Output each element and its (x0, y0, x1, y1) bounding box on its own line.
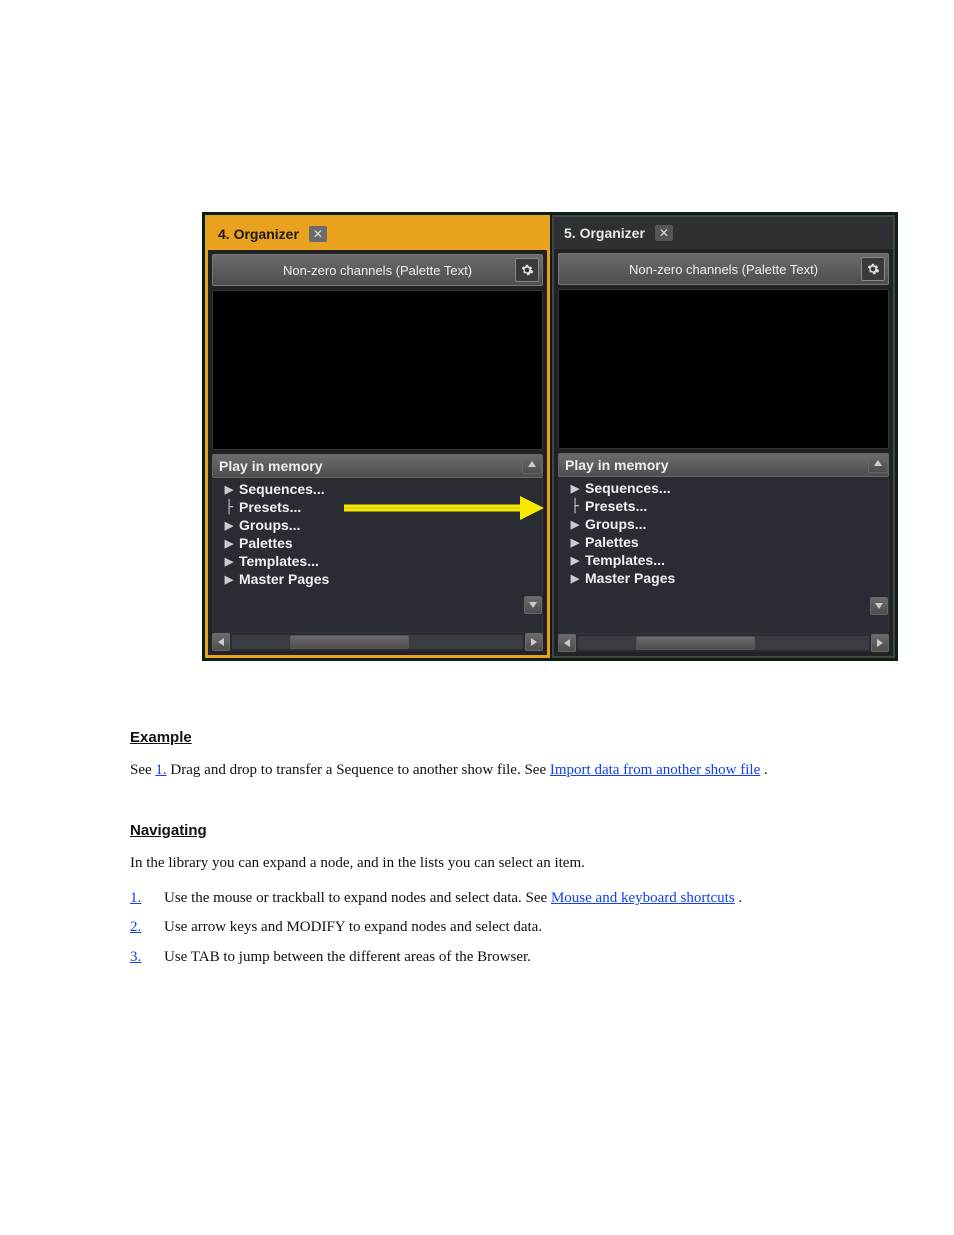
tree-item-sequences[interactable]: ▶ Sequences... (569, 479, 888, 497)
tree-item-presets[interactable]: ├ Presets... (223, 498, 542, 516)
tree-label: Palettes (239, 535, 293, 551)
scroll-left-icon[interactable] (558, 634, 576, 652)
tree-label: Templates... (239, 553, 319, 569)
branch-icon: ├ (569, 499, 581, 514)
text: . (764, 762, 768, 778)
tree-item-sequences[interactable]: ▶ Sequences... (223, 480, 542, 498)
tab-strip: 5. Organizer ✕ (554, 217, 893, 249)
expand-icon[interactable]: ▶ (223, 555, 235, 568)
tree-label: Master Pages (239, 571, 329, 587)
section-header[interactable]: Play in memory (212, 454, 543, 478)
section-header[interactable]: Play in memory (558, 453, 889, 477)
tree-item-templates[interactable]: ▶ Templates... (223, 552, 542, 570)
tree-label: Groups... (585, 516, 646, 532)
doc-body: Example See 1. Drag and drop to transfer… (130, 690, 830, 975)
close-icon[interactable]: ✕ (655, 225, 673, 241)
link-num-1[interactable]: 1. (130, 890, 141, 906)
heading-navigating: Navigating (130, 819, 830, 842)
heading-example: Example (130, 726, 830, 749)
link-mouse-shortcuts[interactable]: Mouse and keyboard shortcuts (551, 890, 735, 906)
close-icon[interactable]: ✕ (309, 226, 327, 242)
text: . (738, 890, 742, 906)
tab-title[interactable]: 4. Organizer (212, 224, 305, 244)
scroll-right-icon[interactable] (525, 633, 543, 651)
screenshot-region: 4. Organizer ✕ Non-zero channels (Palett… (202, 212, 898, 661)
section-label: Play in memory (219, 458, 323, 474)
expand-icon[interactable]: ▶ (569, 572, 581, 585)
vertical-scrollbar[interactable] (870, 477, 888, 615)
horizontal-scrollbar[interactable] (558, 634, 889, 652)
paragraph: See 1. Drag and drop to transfer a Seque… (130, 759, 830, 782)
expand-icon[interactable]: ▶ (223, 483, 235, 496)
section-label: Play in memory (565, 457, 669, 473)
text: Drag and drop to transfer a Sequence to … (170, 762, 549, 778)
horizontal-scrollbar[interactable] (212, 633, 543, 651)
scroll-down-icon[interactable] (524, 596, 542, 614)
scroll-right-icon[interactable] (871, 634, 889, 652)
tree-label: Palettes (585, 534, 639, 550)
text: Use the mouse or trackball to expand nod… (164, 890, 551, 906)
content-area[interactable] (558, 289, 889, 449)
tree-label: Sequences... (239, 481, 325, 497)
panel-header: Non-zero channels (Palette Text) (212, 254, 543, 286)
scroll-up-icon[interactable] (522, 454, 542, 474)
tree-item-presets[interactable]: ├ Presets... (569, 497, 888, 515)
branch-icon: ├ (223, 500, 235, 515)
gear-icon[interactable] (515, 258, 539, 282)
tree-item-masterpages[interactable]: ▶ Master Pages (223, 570, 542, 588)
scroll-track[interactable] (232, 635, 523, 649)
expand-icon[interactable]: ▶ (569, 554, 581, 567)
scroll-thumb[interactable] (636, 636, 754, 650)
expand-icon[interactable]: ▶ (223, 573, 235, 586)
organizer-panel-4[interactable]: 4. Organizer ✕ Non-zero channels (Palett… (205, 215, 550, 658)
list-item: 1. Use the mouse or trackball to expand … (130, 887, 830, 910)
expand-icon[interactable]: ▶ (569, 482, 581, 495)
tree-label: Presets... (585, 498, 647, 514)
vertical-scrollbar[interactable] (524, 478, 542, 614)
tree-label: Sequences... (585, 480, 671, 496)
text: Use arrow keys and MODIFY to expand node… (164, 916, 830, 939)
panel-header: Non-zero channels (Palette Text) (558, 253, 889, 285)
list-item: 3. Use TAB to jump between the different… (130, 946, 830, 969)
paragraph: In the library you can expand a node, an… (130, 852, 830, 875)
gear-icon[interactable] (861, 257, 885, 281)
link-import[interactable]: Import data from another show file (550, 762, 760, 778)
scroll-up-icon[interactable] (868, 453, 888, 473)
expand-icon[interactable]: ▶ (569, 518, 581, 531)
tree-list: ▶ Sequences... ├ Presets... ▶ Groups... ▶ Pa… (558, 477, 889, 634)
tree-list: ▶ Sequences... ├ Presets... ▶ Groups... ▶ Pa… (212, 478, 543, 633)
tree-label: Templates... (585, 552, 665, 568)
tree-item-palettes[interactable]: ▶ Palettes (569, 533, 888, 551)
tree-item-groups[interactable]: ▶ Groups... (223, 516, 542, 534)
link-num-3[interactable]: 3. (130, 949, 141, 965)
tree-label: Groups... (239, 517, 300, 533)
header-label: Non-zero channels (Palette Text) (629, 262, 818, 277)
tab-title[interactable]: 5. Organizer (558, 223, 651, 243)
scroll-thumb[interactable] (290, 635, 408, 649)
scroll-left-icon[interactable] (212, 633, 230, 651)
link-ref-1[interactable]: 1. (155, 762, 166, 778)
text: Use TAB to jump between the different ar… (164, 946, 830, 969)
link-num-2[interactable]: 2. (130, 919, 141, 935)
tree-item-palettes[interactable]: ▶ Palettes (223, 534, 542, 552)
expand-icon[interactable]: ▶ (569, 536, 581, 549)
expand-icon[interactable]: ▶ (223, 519, 235, 532)
tree-label: Presets... (239, 499, 301, 515)
header-label: Non-zero channels (Palette Text) (283, 263, 472, 278)
tree-item-templates[interactable]: ▶ Templates... (569, 551, 888, 569)
content-area[interactable] (212, 290, 543, 450)
scroll-track[interactable] (578, 636, 869, 650)
tree-label: Master Pages (585, 570, 675, 586)
scroll-down-icon[interactable] (870, 597, 888, 615)
expand-icon[interactable]: ▶ (223, 537, 235, 550)
tab-strip: 4. Organizer ✕ (208, 218, 547, 250)
tree-item-masterpages[interactable]: ▶ Master Pages (569, 569, 888, 587)
text: See (130, 762, 155, 778)
tree-item-groups[interactable]: ▶ Groups... (569, 515, 888, 533)
organizer-panel-5[interactable]: 5. Organizer ✕ Non-zero channels (Palett… (552, 215, 895, 658)
list-item: 2. Use arrow keys and MODIFY to expand n… (130, 916, 830, 939)
